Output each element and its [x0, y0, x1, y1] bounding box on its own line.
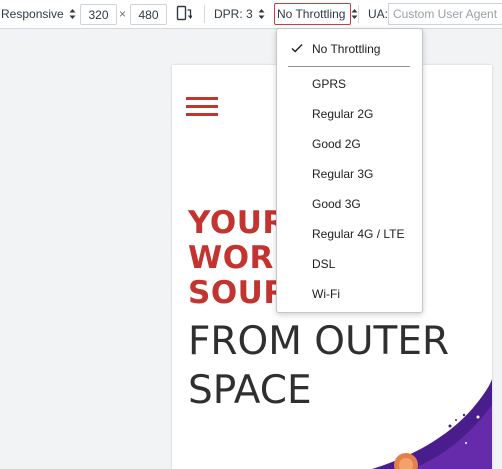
- user-agent-label: UA:: [368, 7, 389, 21]
- checkmark-icon: [291, 44, 303, 53]
- user-agent-input[interactable]: [388, 3, 502, 25]
- throttling-menu: No Throttling GPRS Regular 2G Good 2G Re…: [276, 28, 423, 313]
- rotate-device-icon[interactable]: [176, 5, 192, 22]
- updown-arrows-icon: [69, 9, 76, 19]
- menu-item-label: Good 3G: [312, 197, 361, 211]
- headline-line-3: SOUR: [188, 275, 288, 311]
- headline-line-4: FROM OUTER: [188, 319, 450, 364]
- toolbar-divider: [358, 5, 359, 23]
- headline-line-5: SPACE: [188, 368, 312, 413]
- menu-item-gprs[interactable]: GPRS: [277, 71, 422, 97]
- device-select-label: Responsive: [1, 7, 64, 21]
- menu-item-label: Good 2G: [312, 137, 361, 151]
- menu-item-label: DSL: [312, 257, 336, 271]
- menu-item-regular-2g[interactable]: Regular 2G: [277, 101, 422, 127]
- height-input[interactable]: [130, 4, 167, 25]
- dpr-label: DPR: 3: [214, 7, 253, 21]
- dpr-select[interactable]: DPR: 3: [214, 5, 265, 23]
- hamburger-menu-icon[interactable]: [186, 97, 218, 117]
- throttling-select-label: No Throttling: [277, 7, 346, 21]
- menu-item-label: No Throttling: [312, 42, 381, 56]
- updown-arrows-icon: [258, 9, 265, 19]
- device-toolbar: Responsive × DPR: 3 No Throttling UA:: [0, 0, 502, 29]
- width-input[interactable]: [80, 4, 117, 25]
- throttling-select[interactable]: No Throttling: [274, 3, 358, 25]
- menu-item-good-3g[interactable]: Good 3G: [277, 191, 422, 217]
- menu-item-wifi[interactable]: Wi-Fi: [277, 281, 422, 307]
- menu-item-label: Regular 3G: [312, 167, 374, 181]
- updown-arrows-icon: [351, 9, 358, 19]
- menu-item-good-2g[interactable]: Good 2G: [277, 131, 422, 157]
- headline-line-1: YOUR: [188, 205, 287, 241]
- menu-item-label: Regular 2G: [312, 107, 374, 121]
- menu-item-dsl[interactable]: DSL: [277, 251, 422, 277]
- toolbar-divider: [204, 5, 205, 23]
- menu-item-no-throttling[interactable]: No Throttling: [277, 36, 422, 62]
- menu-item-regular-3g[interactable]: Regular 3G: [277, 161, 422, 187]
- menu-item-label: Wi-Fi: [312, 287, 340, 301]
- planet-illustration-image: [372, 379, 492, 469]
- menu-separator: [288, 66, 410, 67]
- device-select[interactable]: Responsive: [1, 5, 76, 23]
- menu-item-regular-4g-lte[interactable]: Regular 4G / LTE: [277, 221, 422, 247]
- menu-item-label: Regular 4G / LTE: [312, 227, 405, 241]
- menu-item-label: GPRS: [312, 77, 347, 91]
- times-separator: ×: [119, 7, 127, 21]
